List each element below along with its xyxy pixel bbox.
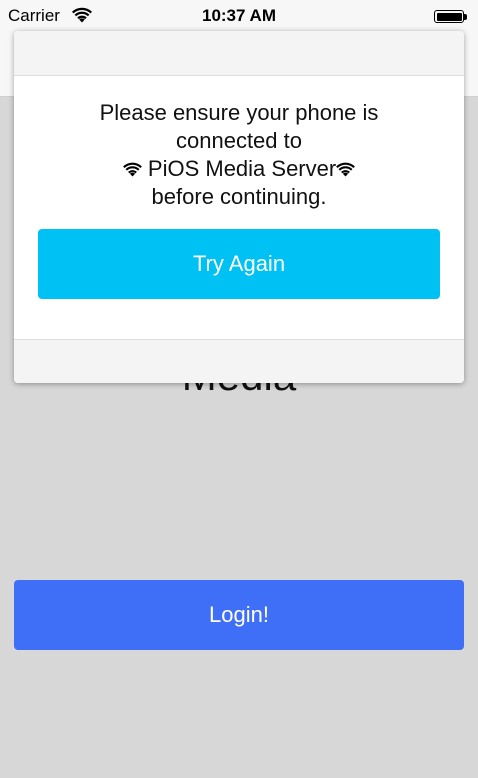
battery-tip xyxy=(464,14,467,20)
connection-modal: Please ensure your phone is connected to… xyxy=(14,31,464,383)
status-bar-content: Carrier 10:37 AM xyxy=(0,0,478,34)
message-line-4: before continuing. xyxy=(151,184,327,209)
try-again-button[interactable]: Try Again xyxy=(38,229,440,299)
network-name-line: PiOS Media Server xyxy=(14,155,464,183)
network-name: PiOS Media Server xyxy=(147,156,337,181)
login-button[interactable]: Login! xyxy=(14,580,464,650)
modal-footer xyxy=(14,339,464,383)
wifi-icon xyxy=(336,156,356,177)
modal-message: Please ensure your phone is connected to… xyxy=(14,99,464,211)
status-time: 10:37 AM xyxy=(201,6,276,25)
message-line-1: Please ensure your phone is xyxy=(99,100,379,125)
battery-icon xyxy=(434,10,464,23)
modal-header xyxy=(14,31,464,76)
battery-level xyxy=(436,12,462,21)
wifi-icon xyxy=(122,156,142,177)
message-line-2: connected to xyxy=(176,128,302,153)
